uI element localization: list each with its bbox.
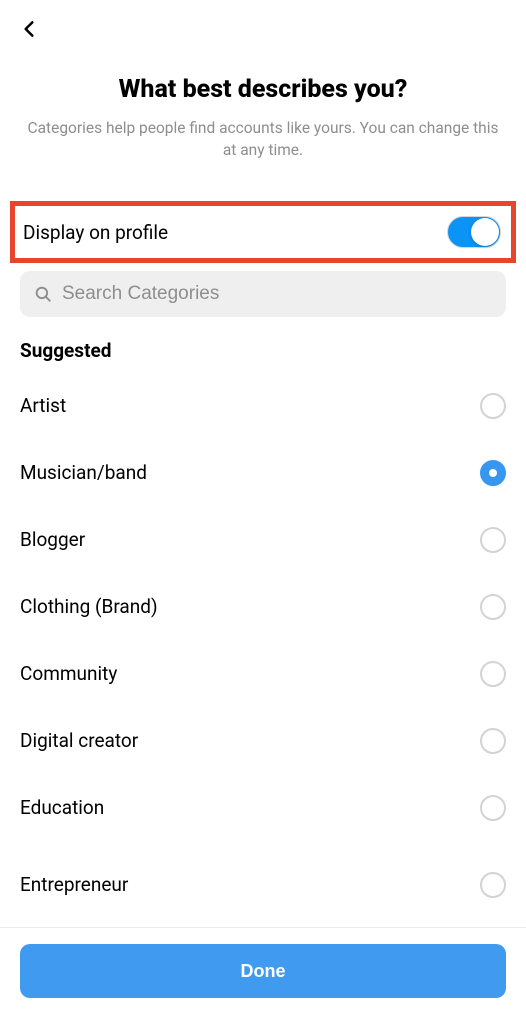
category-label: Education <box>20 796 104 819</box>
page-title: What best describes you? <box>26 74 500 107</box>
suggested-heading: Suggested <box>0 317 526 372</box>
category-label: Artist <box>20 394 66 417</box>
category-item-community[interactable]: Community <box>0 640 526 707</box>
radio-unselected-icon <box>480 393 506 419</box>
display-on-profile-label: Display on profile <box>23 221 168 244</box>
radio-unselected-icon <box>480 594 506 620</box>
search-icon <box>34 285 52 303</box>
category-item-education[interactable]: Education <box>0 774 526 841</box>
search-input[interactable] <box>62 283 492 305</box>
category-item-digital-creator[interactable]: Digital creator <box>0 707 526 774</box>
category-item-musician-band[interactable]: Musician/band <box>0 439 526 506</box>
category-label: Clothing (Brand) <box>20 595 158 618</box>
page-subtitle: Categories help people find accounts lik… <box>26 117 500 162</box>
category-label: Blogger <box>20 528 85 551</box>
category-label: Digital creator <box>20 729 138 752</box>
category-item-entrepreneur[interactable]: Entrepreneur <box>0 841 526 908</box>
back-button[interactable] <box>14 14 44 44</box>
display-on-profile-toggle[interactable] <box>447 216 501 248</box>
display-on-profile-highlight: Display on profile <box>10 201 516 263</box>
display-on-profile-row: Display on profile <box>15 206 511 258</box>
radio-selected-icon <box>480 460 506 486</box>
done-button[interactable]: Done <box>20 944 506 998</box>
category-label: Musician/band <box>20 461 147 484</box>
radio-unselected-icon <box>480 728 506 754</box>
radio-unselected-icon <box>480 872 506 898</box>
category-label: Community <box>20 662 117 685</box>
footer: Done <box>0 927 526 1024</box>
radio-unselected-icon <box>480 795 506 821</box>
category-item-artist[interactable]: Artist <box>0 372 526 439</box>
header: What best describes you? Categories help… <box>0 74 526 189</box>
radio-unselected-icon <box>480 661 506 687</box>
search-container <box>0 271 526 317</box>
search-box[interactable] <box>20 271 506 317</box>
chevron-left-icon <box>19 15 39 43</box>
category-label: Entrepreneur <box>20 873 128 896</box>
radio-unselected-icon <box>480 527 506 553</box>
category-item-clothing-brand[interactable]: Clothing (Brand) <box>0 573 526 640</box>
category-item-blogger[interactable]: Blogger <box>0 506 526 573</box>
category-list: Artist Musician/band Blogger Clothing (B… <box>0 372 526 927</box>
toggle-knob <box>471 218 499 246</box>
nav-bar <box>0 0 526 74</box>
